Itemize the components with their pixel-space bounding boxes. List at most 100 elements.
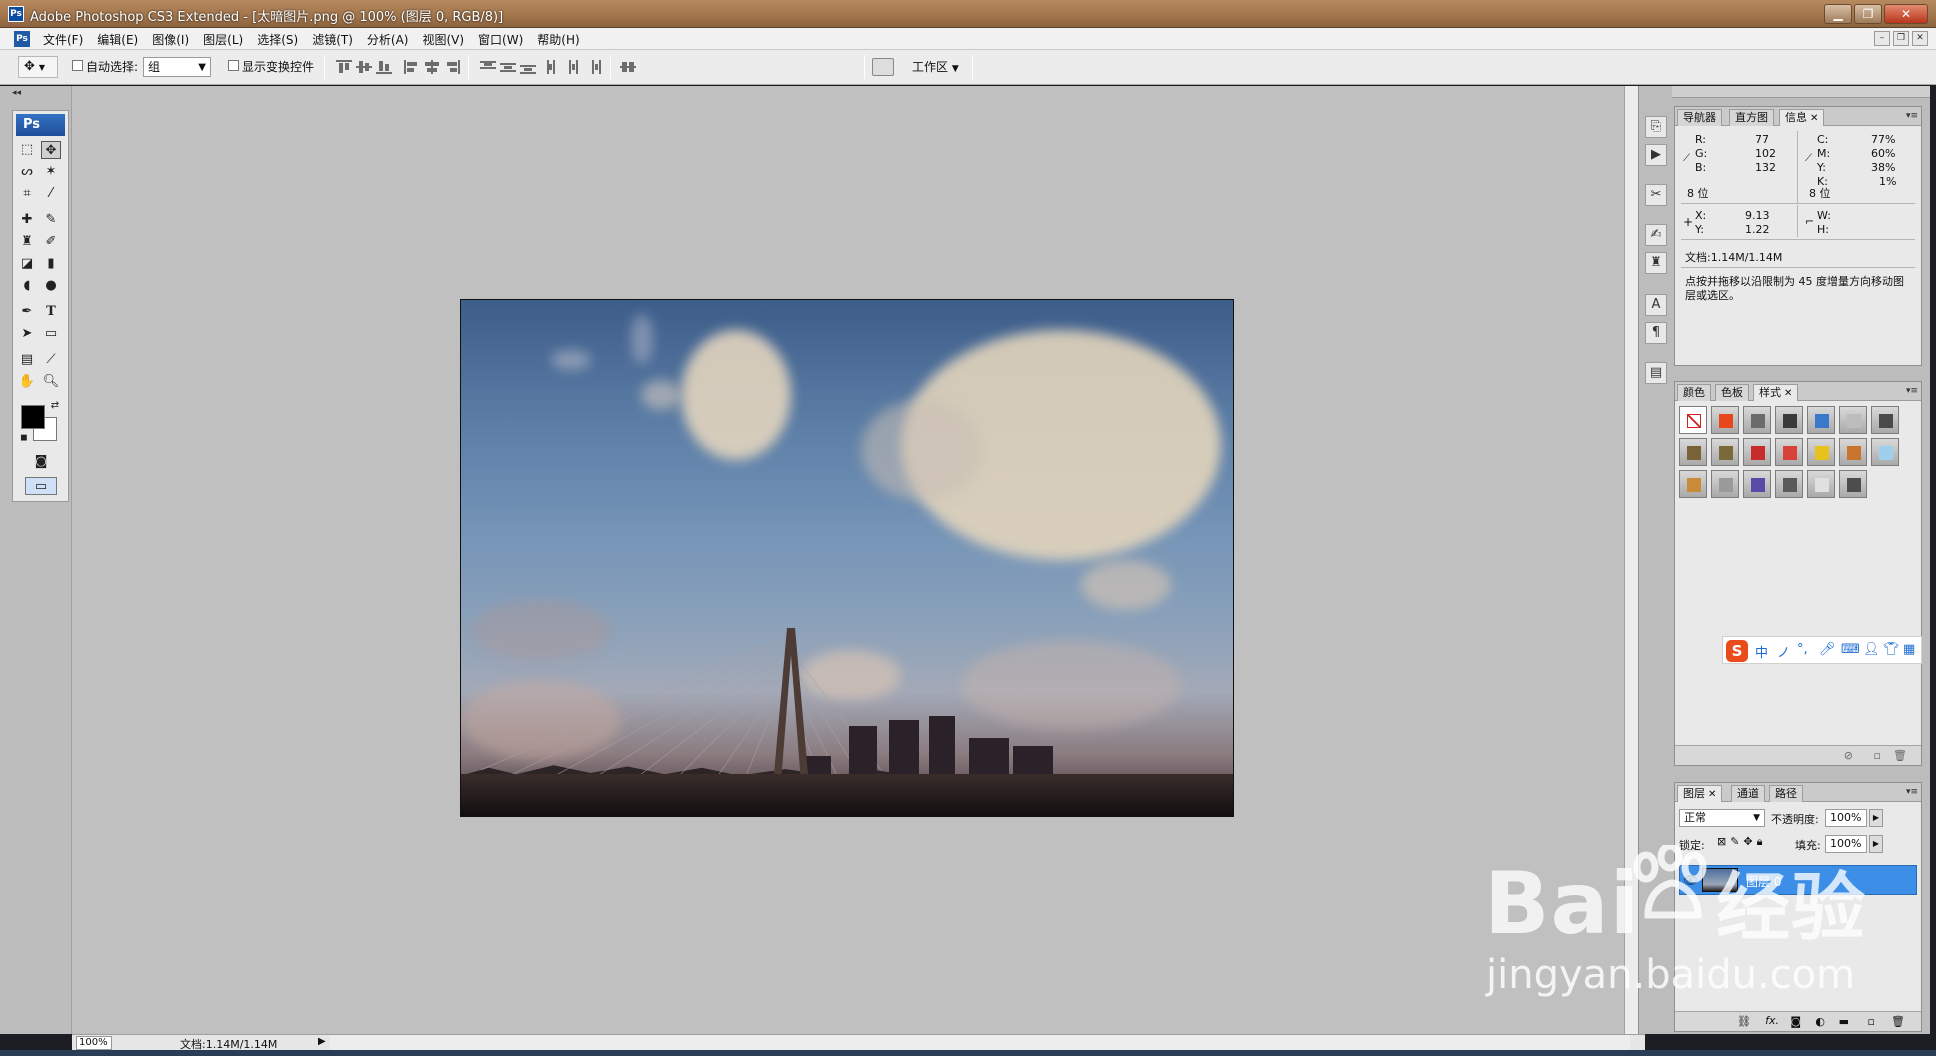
zoom-level-field[interactable]: 100% bbox=[76, 1036, 112, 1050]
screen-mode-icon[interactable]: ▭ bbox=[25, 477, 57, 495]
align-left-icon[interactable] bbox=[404, 60, 420, 74]
panel-menu-icon[interactable]: ▾≡ bbox=[1906, 111, 1918, 121]
vertical-scrollbar[interactable] bbox=[1624, 86, 1638, 1034]
style-swatch[interactable] bbox=[1711, 438, 1739, 466]
fx-icon[interactable]: fx. bbox=[1765, 1014, 1779, 1027]
group-icon[interactable]: ▬ bbox=[1839, 1015, 1849, 1028]
style-swatch[interactable] bbox=[1679, 438, 1707, 466]
style-swatch[interactable] bbox=[1679, 470, 1707, 498]
healing-brush-tool-icon[interactable]: ✚ bbox=[17, 211, 37, 229]
menu-help[interactable]: 帮助(H) bbox=[530, 31, 586, 48]
distribute-bottom-icon[interactable] bbox=[520, 60, 536, 74]
new-layer-icon[interactable]: ▫ bbox=[1868, 1015, 1875, 1028]
clone-stamp-tool-icon[interactable]: ♜ bbox=[17, 233, 37, 251]
tab-paths[interactable]: 路径 bbox=[1769, 785, 1803, 802]
menu-file[interactable]: 文件(F) bbox=[36, 31, 90, 48]
distribute-vcenter-icon[interactable] bbox=[500, 60, 516, 74]
show-transform-checkbox[interactable] bbox=[228, 60, 239, 71]
style-swatch[interactable] bbox=[1839, 470, 1867, 498]
menu-view[interactable]: 视图(V) bbox=[415, 31, 471, 48]
close-button[interactable]: ✕ bbox=[1884, 4, 1928, 24]
auto-select-dropdown[interactable]: 组 ▼ bbox=[143, 57, 211, 77]
character-panel-icon[interactable]: A bbox=[1645, 294, 1667, 316]
align-bottom-icon[interactable] bbox=[376, 60, 392, 74]
tab-swatches[interactable]: 色板 bbox=[1715, 384, 1749, 401]
lasso-tool-icon[interactable]: ᔕ bbox=[17, 163, 37, 181]
ime-chinese-mode[interactable]: 中 bbox=[1755, 642, 1768, 661]
blur-tool-icon[interactable]: ◖ bbox=[17, 277, 37, 295]
link-icon[interactable]: ⛓︎ bbox=[1737, 1015, 1751, 1028]
mask-icon[interactable]: ◙ bbox=[1790, 1015, 1801, 1028]
doc-close-button[interactable]: ✕ bbox=[1912, 31, 1928, 46]
restore-button[interactable]: ❐ bbox=[1854, 4, 1882, 24]
magic-wand-tool-icon[interactable]: ✶ bbox=[41, 163, 61, 181]
style-swatch[interactable] bbox=[1839, 438, 1867, 466]
toolbox-grid-icon[interactable]: ▦ bbox=[1903, 642, 1915, 657]
eye-icon[interactable]: 👁︎ bbox=[1683, 873, 1698, 887]
tool-presets-icon[interactable]: ✂ bbox=[1645, 184, 1667, 206]
actions-panel-icon[interactable]: ▶ bbox=[1645, 144, 1667, 166]
distribute-hcenter-icon[interactable] bbox=[566, 60, 582, 74]
brush-tool-icon[interactable]: ✎ bbox=[41, 211, 61, 229]
pen-tool-icon[interactable]: ✒ bbox=[17, 303, 37, 321]
bridge-icon[interactable] bbox=[872, 58, 894, 76]
dock-header[interactable] bbox=[1672, 86, 1930, 98]
style-swatch[interactable] bbox=[1775, 438, 1803, 466]
history-brush-tool-icon[interactable]: ✐ bbox=[41, 233, 61, 251]
style-swatch[interactable] bbox=[1807, 406, 1835, 434]
hand-tool-icon[interactable]: ✋ bbox=[17, 373, 37, 391]
trash-icon[interactable]: 🗑︎ bbox=[1891, 1015, 1905, 1028]
path-selection-tool-icon[interactable]: ➤ bbox=[17, 325, 37, 343]
style-swatch[interactable] bbox=[1743, 438, 1771, 466]
collapse-toolbox-icon[interactable]: ◂◂ bbox=[12, 88, 21, 98]
style-swatch[interactable] bbox=[1743, 406, 1771, 434]
status-menu-arrow-icon[interactable]: ▶ bbox=[318, 1036, 326, 1047]
style-swatch[interactable] bbox=[1711, 470, 1739, 498]
close-icon[interactable]: ✕ bbox=[1810, 113, 1818, 124]
panel-group-controls[interactable] bbox=[1672, 369, 1930, 381]
menu-layer[interactable]: 图层(L) bbox=[196, 31, 250, 48]
keyboard-icon[interactable]: ⌨ bbox=[1841, 642, 1860, 657]
eyedropper-tool-icon[interactable]: ⟋ bbox=[41, 351, 61, 369]
menu-select[interactable]: 选择(S) bbox=[250, 31, 305, 48]
microphone-icon[interactable]: 🎤︎ bbox=[1819, 642, 1836, 657]
style-swatch[interactable] bbox=[1871, 438, 1899, 466]
paragraph-panel-icon[interactable]: ¶ bbox=[1645, 322, 1667, 344]
menu-edit[interactable]: 编辑(E) bbox=[90, 31, 145, 48]
auto-align-layers-icon[interactable] bbox=[620, 60, 636, 74]
fill-slider-button[interactable]: ▶ bbox=[1869, 835, 1883, 853]
auto-select-checkbox[interactable] bbox=[72, 60, 83, 71]
panel-menu-icon[interactable]: ▾≡ bbox=[1906, 386, 1918, 396]
distribute-top-icon[interactable] bbox=[480, 60, 496, 74]
tab-color[interactable]: 颜色 bbox=[1677, 384, 1711, 401]
ime-punctuation-mode[interactable]: ノ bbox=[1777, 642, 1790, 661]
clone-source-icon[interactable]: ♜ bbox=[1645, 252, 1667, 274]
workspace-menu[interactable]: 工作区 ▼ bbox=[912, 58, 959, 75]
align-top-icon[interactable] bbox=[336, 60, 352, 74]
tab-info[interactable]: 信息 ✕ bbox=[1779, 109, 1825, 126]
foreground-color-swatch[interactable] bbox=[21, 405, 45, 429]
move-tool-icon[interactable]: ✥ bbox=[41, 141, 61, 159]
swap-colors-icon[interactable]: ⇄ bbox=[45, 397, 65, 415]
style-swatch[interactable] bbox=[1807, 470, 1835, 498]
photoshop-badge[interactable]: Ps bbox=[16, 114, 65, 136]
image-canvas[interactable] bbox=[460, 299, 1234, 817]
marquee-tool-icon[interactable]: ⬚ bbox=[17, 141, 37, 159]
distribute-right-icon[interactable] bbox=[586, 60, 602, 74]
tool-preset-picker[interactable]: ✥ ▼ bbox=[18, 56, 58, 78]
lock-icons[interactable]: ⊠✎✥🔒︎ bbox=[1717, 835, 1767, 849]
dodge-tool-icon[interactable]: ● bbox=[41, 277, 61, 295]
doc-restore-button[interactable]: ❐ bbox=[1893, 31, 1909, 46]
layer-comps-icon[interactable]: ▤ bbox=[1645, 362, 1667, 384]
history-panel-icon[interactable]: ⎘ bbox=[1645, 116, 1667, 138]
blend-mode-dropdown[interactable]: 正常 ▼ bbox=[1679, 809, 1765, 827]
tab-histogram[interactable]: 直方图 bbox=[1729, 109, 1774, 126]
quick-mask-icon[interactable]: ◙ bbox=[31, 453, 51, 471]
style-swatch[interactable] bbox=[1711, 406, 1739, 434]
doc-minimize-button[interactable]: – bbox=[1874, 31, 1890, 46]
menu-window[interactable]: 窗口(W) bbox=[471, 31, 530, 48]
minimize-button[interactable]: ▁ bbox=[1824, 4, 1852, 24]
style-swatch[interactable] bbox=[1871, 406, 1899, 434]
tab-styles[interactable]: 样式 ✕ bbox=[1753, 384, 1799, 401]
horizontal-scrollbar[interactable] bbox=[330, 1034, 1630, 1050]
